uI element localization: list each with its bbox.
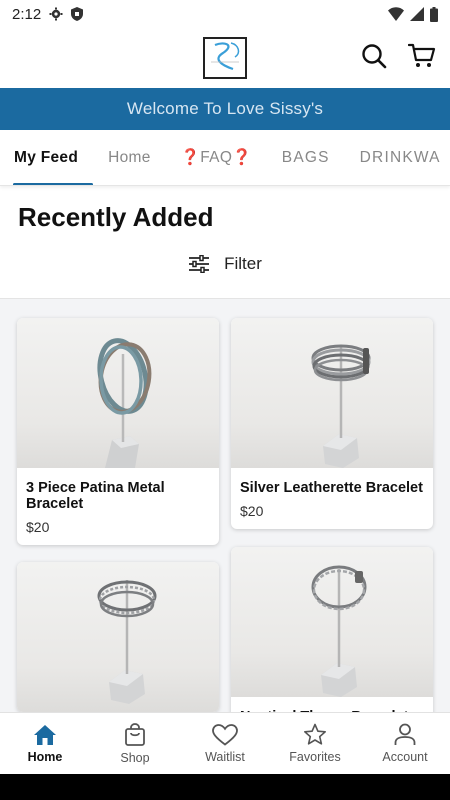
product-price: $20 [26,519,50,535]
system-navigation-bar [0,774,450,800]
nav-account-label: Account [382,750,428,764]
welcome-banner: Welcome To Love Sissy's [0,88,450,130]
status-bar: 2:12 [0,0,450,28]
shopping-bag-icon [125,722,145,746]
nav-favorites[interactable]: Favorites [270,713,360,774]
app-header [0,28,450,88]
nav-favorites-label: Favorites [289,750,341,764]
star-icon [304,723,326,745]
category-tabs: My Feed Home ❓FAQ❓ BAGS DRINKWA [0,130,450,186]
welcome-banner-text: Welcome To Love Sissy's [126,99,324,118]
cart-button[interactable] [408,42,436,70]
tab-my-feed[interactable]: My Feed [0,130,94,185]
product-title: Silver Leatherette Bracelet [240,480,423,496]
nav-home[interactable]: Home [0,713,90,774]
person-icon [394,723,416,745]
product-card[interactable] [17,562,219,712]
filter-sliders-icon [189,255,210,273]
product-grid: 3 Piece Patina Metal Bracelet $20 Silver… [0,299,450,712]
logo-mark [211,42,240,71]
product-image [17,562,219,712]
wifi-icon [388,7,404,21]
product-card[interactable]: 3 Piece Patina Metal Bracelet $20 [17,318,219,545]
filter-label: Filter [224,254,262,273]
product-image [17,318,219,468]
signal-icon [410,7,424,21]
shield-icon [71,7,84,21]
product-title: Nautical Theme Bracelet [231,697,433,712]
product-title: 3 Piece Patina Metal Bracelet [26,480,165,512]
heart-icon [212,723,238,746]
product-card[interactable]: Nautical Theme Bracelet [231,547,433,712]
tab-drinkware[interactable]: DRINKWA [345,130,450,185]
nav-home-label: Home [27,749,63,764]
nav-waitlist[interactable]: Waitlist [180,713,270,774]
nav-shop[interactable]: Shop [90,713,180,774]
section-title: Recently Added [18,202,214,232]
nav-waitlist-label: Waitlist [205,749,245,764]
home-icon [34,724,56,745]
bottom-navigation: Home Shop Waitlist Favorites Account [0,712,450,774]
nav-shop-label: Shop [120,750,150,765]
tab-bags[interactable]: BAGS [267,130,345,185]
battery-icon [430,6,438,22]
product-image [231,318,433,468]
settings-gear-icon [49,7,63,21]
search-button[interactable] [360,42,388,70]
nav-account[interactable]: Account [360,713,450,774]
product-price: $20 [240,503,264,519]
search-icon [362,44,387,69]
product-card[interactable]: Silver Leatherette Bracelet $20 [231,318,433,529]
tab-faq[interactable]: ❓FAQ❓ [166,130,267,185]
tab-home[interactable]: Home [93,130,166,185]
status-time: 2:12 [12,5,42,23]
product-image [231,547,433,697]
filter-button[interactable]: Filter [0,254,450,274]
cart-icon [408,43,436,67]
store-logo[interactable] [203,37,247,79]
